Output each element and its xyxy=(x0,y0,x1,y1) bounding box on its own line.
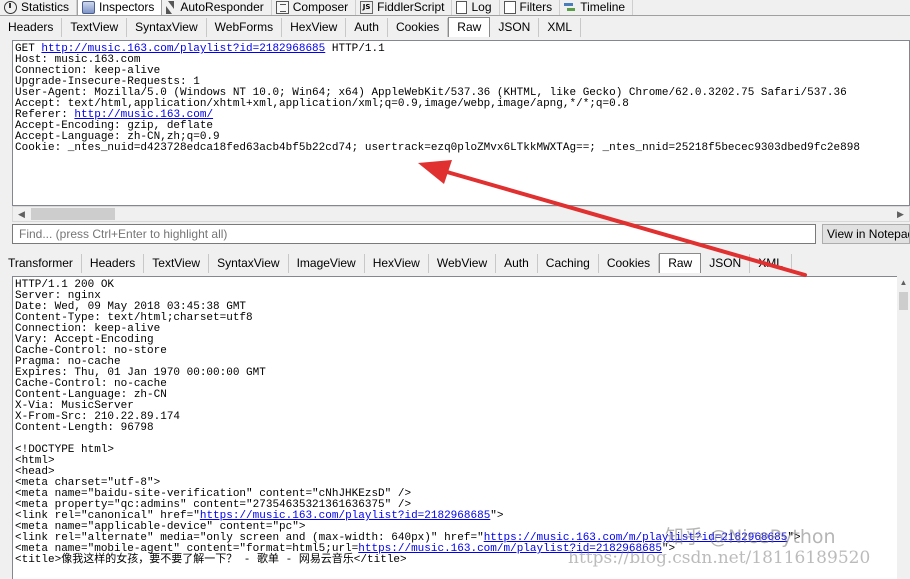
main-tab-autoresponder[interactable]: AutoResponder xyxy=(162,0,272,15)
stopwatch-icon xyxy=(4,0,17,14)
response-text-segment: Content-Length: 96798 xyxy=(15,422,154,434)
main-tab-fiddlerscript[interactable]: JS FiddlerScript xyxy=(356,0,453,15)
find-input[interactable] xyxy=(12,224,816,244)
main-tab-strip: Statistics Inspectors AutoResponder Compose… xyxy=(0,0,910,16)
response-tab-caching[interactable]: Caching xyxy=(538,254,599,273)
request-horizontal-scrollbar[interactable]: ◀ ▶ xyxy=(12,206,910,222)
main-tab-label: Timeline xyxy=(580,0,626,14)
response-tab-transformer[interactable]: Transformer xyxy=(0,254,82,273)
response-line: Content-Language: zh-CN xyxy=(15,390,897,401)
response-text-segment: <title>像我这样的女孩，要不要了解一下？ - 歌单 - 网易云音乐</ti… xyxy=(15,554,407,566)
request-tab-json[interactable]: JSON xyxy=(490,18,540,37)
response-line: Cache-Control: no-store xyxy=(15,346,897,357)
js-script-icon: JS xyxy=(360,0,374,14)
scrollbar-thumb[interactable] xyxy=(31,208,115,220)
response-text-segment: "> xyxy=(490,510,504,522)
log-icon xyxy=(456,0,468,14)
response-tab-xml[interactable]: XML xyxy=(750,254,792,273)
find-bar: View in Notepad xyxy=(12,224,910,245)
request-tab-textview[interactable]: TextView xyxy=(62,18,128,37)
main-tab-composer[interactable]: Composer xyxy=(272,0,357,15)
response-vertical-scrollbar[interactable]: ▲ xyxy=(897,276,910,579)
response-tab-json[interactable]: JSON xyxy=(701,254,751,273)
main-tab-log[interactable]: Log xyxy=(452,0,500,15)
request-line: GET http://music.163.com/playlist?id=218… xyxy=(15,44,909,55)
watermark-url: https://blog.csdn.net/18116189520 xyxy=(568,548,871,568)
request-line: Cookie: _ntes_nuid=d423728edca18fed63acb… xyxy=(15,143,909,154)
scroll-up-arrow-icon[interactable]: ▲ xyxy=(897,276,910,290)
response-tab-headers[interactable]: Headers xyxy=(82,254,145,273)
response-line: <!DOCTYPE html> xyxy=(15,445,897,456)
response-tab-raw[interactable]: Raw xyxy=(659,253,702,273)
response-tab-hexview[interactable]: HexView xyxy=(365,254,429,273)
request-tab-cookies[interactable]: Cookies xyxy=(388,18,449,37)
main-tab-inspectors[interactable]: Inspectors xyxy=(77,0,163,15)
main-tab-filters[interactable]: Filters xyxy=(500,0,561,15)
lightning-icon xyxy=(166,0,176,14)
filter-icon xyxy=(503,0,516,14)
request-tab-raw[interactable]: Raw xyxy=(448,17,491,37)
request-text-segment: HTTP/1.1 xyxy=(325,43,385,55)
main-tab-label: Composer xyxy=(292,0,349,14)
response-line: Content-Length: 96798 xyxy=(15,423,897,434)
main-tab-label: Log xyxy=(471,0,492,14)
response-tab-cookies[interactable]: Cookies xyxy=(599,254,660,273)
request-raw-text: GET http://music.163.com/playlist?id=218… xyxy=(13,41,909,154)
request-tab-webforms[interactable]: WebForms xyxy=(207,18,283,37)
scrollbar-thumb[interactable] xyxy=(899,292,908,310)
main-tab-label: FiddlerScript xyxy=(377,0,445,14)
main-tab-label: Filters xyxy=(519,0,553,14)
timeline-icon xyxy=(564,1,576,14)
request-tab-headers[interactable]: Headers xyxy=(0,18,63,37)
response-tab-textview[interactable]: TextView xyxy=(144,254,210,273)
response-tab-imageview[interactable]: ImageView xyxy=(289,254,365,273)
request-tab-auth[interactable]: Auth xyxy=(346,18,388,37)
request-text-segment: Cookie: _ntes_nuid=d423728edca18fed63acb… xyxy=(15,142,860,154)
request-raw-pane[interactable]: GET http://music.163.com/playlist?id=218… xyxy=(12,40,910,206)
request-inspector-tabs: Headers TextView SyntaxView WebForms HexView… xyxy=(0,17,910,37)
response-tab-syntaxview[interactable]: SyntaxView xyxy=(209,254,289,273)
main-tab-label: AutoResponder xyxy=(180,0,264,14)
view-in-notepad-button[interactable]: View in Notepad xyxy=(822,224,910,244)
request-tab-syntaxview[interactable]: SyntaxView xyxy=(127,18,207,37)
scroll-left-arrow-icon[interactable]: ◀ xyxy=(13,207,30,221)
response-line: HTTP/1.1 200 OK xyxy=(15,280,897,291)
response-line xyxy=(15,434,897,445)
composer-icon xyxy=(275,0,289,14)
request-tab-hexview[interactable]: HexView xyxy=(282,18,347,37)
request-tab-xml[interactable]: XML xyxy=(539,18,582,37)
scroll-right-arrow-icon[interactable]: ▶ xyxy=(892,207,909,221)
response-inspector-tabs: Transformer Headers TextView SyntaxView Imag… xyxy=(0,253,910,273)
watermark-zhihu: 知乎 @NicePython xyxy=(665,526,836,548)
inspector-icon xyxy=(82,0,96,14)
response-tab-webview[interactable]: WebView xyxy=(429,254,497,273)
main-tab-label: Statistics xyxy=(21,0,70,14)
main-tab-label: Inspectors xyxy=(99,0,155,14)
main-tab-statistics[interactable]: Statistics xyxy=(0,0,78,15)
response-line: <html> xyxy=(15,456,897,467)
response-tab-auth[interactable]: Auth xyxy=(496,254,538,273)
main-tab-timeline[interactable]: Timeline xyxy=(560,0,634,15)
